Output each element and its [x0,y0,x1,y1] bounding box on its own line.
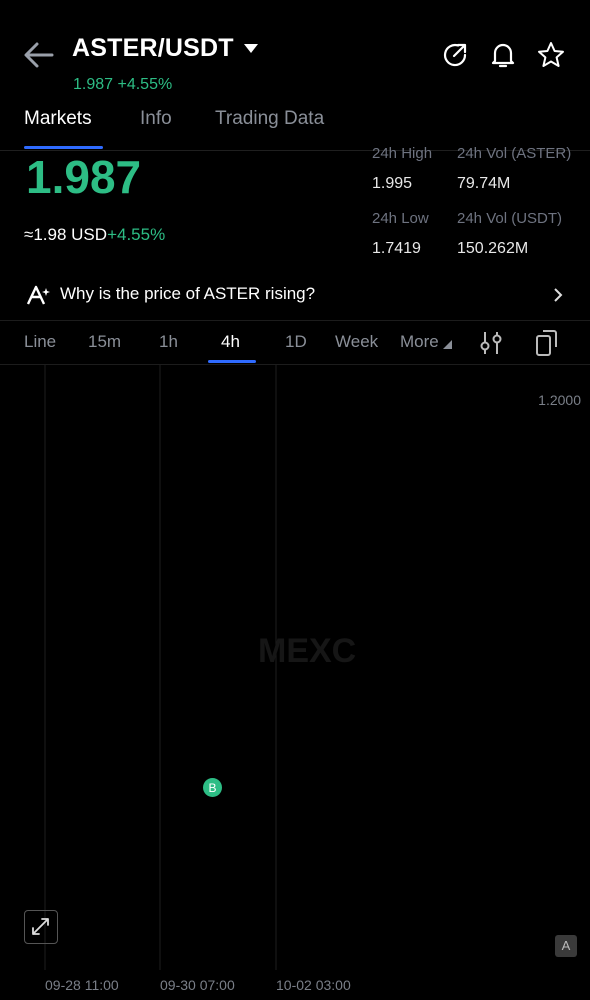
watermark: MEXC [258,632,356,670]
usd-equivalent: ≈1.98 USD+4.55% [24,225,165,245]
stat-24h-low-label: 24h Low [372,210,429,227]
usd-unit: USD [71,225,108,244]
back-arrow-icon[interactable] [22,38,56,72]
rotate-screen-icon[interactable] [534,329,558,357]
timeframe-week[interactable]: Week [335,332,378,352]
insight-text: Why is the price of ASTER rising? [60,284,316,303]
buy-marker[interactable]: B [203,778,222,797]
bell-icon[interactable] [488,40,518,70]
x-axis-tick: 10-02 03:00 [276,977,351,993]
timeframe-15m[interactable]: 15m [88,332,121,352]
x-axis-tick: 09-30 07:00 [160,977,235,993]
last-price: 1.987 [26,151,142,203]
share-icon[interactable] [440,40,470,70]
stat-24h-low-value: 1.7419 [372,240,421,257]
auto-scale-badge[interactable]: A [555,935,577,957]
tab-info[interactable]: Info [140,108,172,130]
timeframe-active-indicator [208,360,256,363]
timeframe-line[interactable]: Line [24,332,56,352]
chevron-right-icon [554,288,563,302]
pair-title[interactable]: ASTER/USDT [72,34,234,63]
candlestick-chart[interactable]: MEXC 1.9872.09761.5058B 2.00001.80001.60… [0,365,590,1000]
tab-trading-data[interactable]: Trading Data [215,108,324,130]
header: ASTER/USDT 1.987 +4.55% Markets Info Tra… [0,0,590,151]
stat-24h-vol-aster-label: 24h Vol (ASTER) [457,145,572,162]
stat-24h-vol-aster-value: 79.74M [457,175,511,192]
stat-24h-vol-usdt-value: 150.262M [457,240,529,257]
favorite-star-icon[interactable] [536,40,566,70]
stat-24h-high-label: 24h High [372,145,433,162]
pair-subtitle: 1.987 +4.55% [73,76,173,90]
fullscreen-button[interactable] [24,910,58,944]
insight-row[interactable]: Why is the price of ASTER rising? [0,270,590,321]
buy-marker-label: B [208,781,216,795]
tab-markets[interactable]: Markets [24,108,92,130]
pair-dropdown-icon[interactable] [244,44,258,53]
usd-change: +4.55% [107,225,166,244]
stat-24h-vol-usdt-label: 24h Vol (USDT) [457,210,563,227]
timeframe-1d[interactable]: 1D [285,332,307,352]
timeframe-1h[interactable]: 1h [159,332,178,352]
expand-icon [32,918,49,935]
tab-bar: Markets Info Trading Data [0,104,590,151]
timeframe-more[interactable]: More [400,332,453,352]
corner-caret-icon [443,340,453,349]
tab-active-indicator [24,146,103,149]
y-axis-tick: 1.2000 [538,392,581,408]
usd-value: ≈1.98 [24,225,67,244]
indicator-settings-icon[interactable] [480,330,502,356]
timeframe-4h[interactable]: 4h [221,332,240,352]
stat-24h-high-value: 1.995 [372,175,413,192]
timeframe-more-label: More [400,332,439,351]
timeframe-bar: Line 15m 1h 4h 1D Week More [0,322,590,365]
x-axis-tick: 09-28 11:00 [45,977,119,993]
ai-insight-icon [26,285,50,305]
